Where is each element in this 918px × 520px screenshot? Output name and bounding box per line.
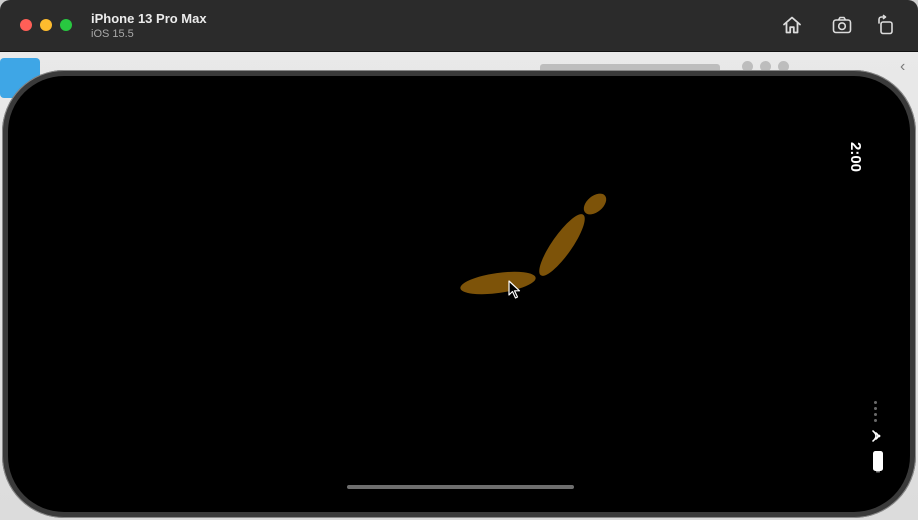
device-name: iPhone 13 Pro Max [91,11,207,26]
maximize-button[interactable] [60,19,72,31]
screenshot-button[interactable] [830,13,854,37]
battery-icon [873,451,883,473]
home-button[interactable] [780,13,804,37]
mouse-cursor-icon [508,280,521,299]
iphone-device-frame: 2:00 [2,70,916,518]
shape-ellipse-small [583,193,607,215]
status-dot [874,407,877,410]
rotate-icon [878,14,893,35]
status-dot [874,413,877,416]
shape-ellipse-diagonal [539,214,585,276]
home-icon [783,16,801,34]
home-indicator[interactable] [347,485,574,489]
simulator-screen[interactable]: 2:00 [8,76,910,512]
chevron-left-icon: ‹ [900,58,906,75]
wifi-icon [872,430,881,442]
window-title: iPhone 13 Pro Max iOS 15.5 [91,11,207,41]
status-dot [874,419,877,422]
status-time: 2:00 [847,142,864,173]
window-controls [20,19,72,31]
os-version: iOS 15.5 [91,28,134,40]
minimize-button[interactable] [40,19,52,31]
simulator-titlebar: iPhone 13 Pro Max iOS 15.5 [0,0,918,52]
shape-ellipse-horizontal [460,271,536,295]
rotate-button[interactable] [874,13,898,37]
app-canvas[interactable] [8,76,910,512]
close-button[interactable] [20,19,32,31]
status-dot [874,401,877,404]
status-dots [874,401,878,422]
screenshot-icon [832,16,852,34]
simulator-root: ‹ iPhone 13 Pro Max iOS 15.5 2:00 [0,0,918,520]
